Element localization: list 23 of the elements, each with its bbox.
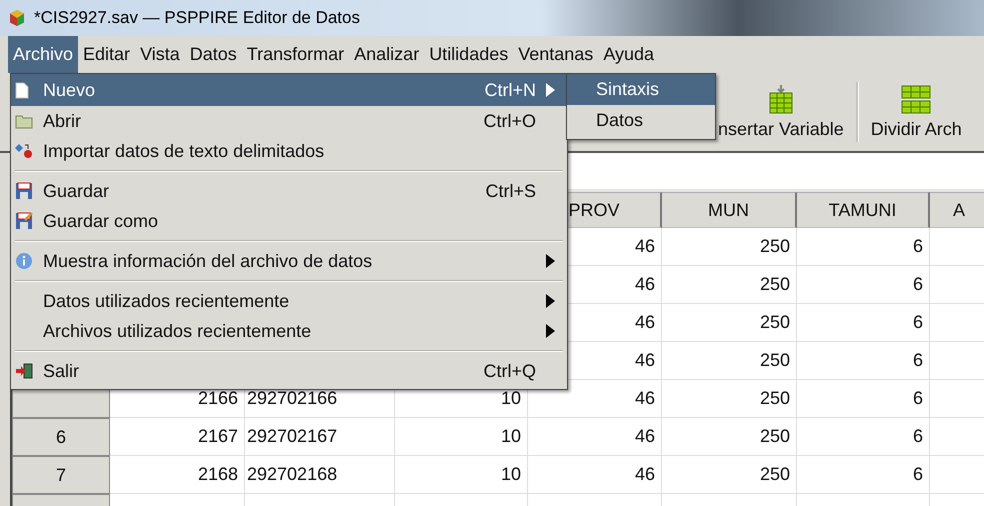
table-cell: 250 xyxy=(662,418,797,456)
table-cell: 250 xyxy=(662,342,797,380)
table-cell: 292702168 xyxy=(245,456,395,494)
table-cell: 250 xyxy=(662,304,797,342)
table-cell: 10 xyxy=(395,456,528,494)
window-title: *CIS2927.sav — PSPPIRE Editor de Datos xyxy=(34,8,360,28)
table-cell: 6 xyxy=(797,456,930,494)
table-cell: 6 xyxy=(797,228,930,266)
table-cell: 250 xyxy=(662,266,797,304)
table-cell: 2168 xyxy=(110,456,245,494)
table-cell: 6 xyxy=(797,342,930,380)
table-cell: 292702167 xyxy=(245,418,395,456)
table-cell: 2167 xyxy=(110,418,245,456)
table-cell: 250 xyxy=(662,456,797,494)
table-cell: 250 xyxy=(662,380,797,418)
table-cell: 46 xyxy=(528,418,662,456)
table-cell: 10 xyxy=(395,418,528,456)
table-cell: 6 xyxy=(797,380,930,418)
table-cell: 250 xyxy=(662,228,797,266)
table-cell: 6 xyxy=(797,266,930,304)
table-cell: 6 xyxy=(797,304,930,342)
table-cell: 46 xyxy=(528,456,662,494)
table-cell: 6 xyxy=(797,418,930,456)
